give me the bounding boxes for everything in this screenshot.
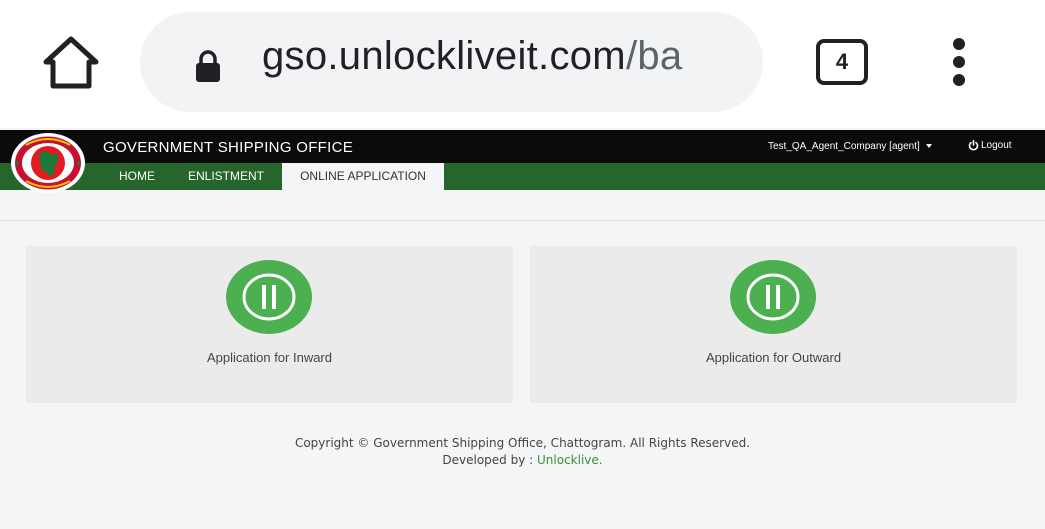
url-host: gso.unlockliveit.com <box>262 34 626 78</box>
developed-by-label: Developed by : <box>442 453 534 467</box>
inward-card-label: Application for Inward <box>206 350 332 365</box>
logout-label: Logout <box>981 140 1012 151</box>
inward-application-card[interactable]: Application for Inward <box>26 246 513 403</box>
nav-enlistment[interactable]: ENLISTMENT <box>174 163 278 190</box>
developed-by-line: Developed by : Unlocklive. <box>0 452 1045 469</box>
url-fade <box>723 12 763 112</box>
site-title: GOVERNMENT SHIPPING OFFICE <box>103 139 354 156</box>
page-footer: Copyright © Government Shipping Office, … <box>0 435 1045 469</box>
outward-application-card[interactable]: Application for Outward <box>530 246 1017 403</box>
outward-card-label: Application for Outward <box>705 350 842 365</box>
address-bar[interactable]: gso.unlockliveit.com/ba <box>140 12 763 112</box>
nav-home[interactable]: HOME <box>105 163 169 190</box>
government-logo[interactable] <box>8 131 88 195</box>
user-name: Test_QA_Agent_Company [agent] <box>768 141 920 152</box>
pause-icon <box>226 260 312 334</box>
copyright-text: Copyright © Government Shipping Office, … <box>294 436 751 450</box>
web-page: GOVERNMENT SHIPPING OFFICE Test_QA_Agent… <box>0 128 1045 529</box>
divider <box>0 220 1045 221</box>
site-header: GOVERNMENT SHIPPING OFFICE Test_QA_Agent… <box>0 130 1045 163</box>
home-icon[interactable] <box>40 34 102 92</box>
url-text[interactable]: gso.unlockliveit.com/ba <box>262 34 682 79</box>
power-icon <box>968 140 979 151</box>
logout-link[interactable]: Logout <box>968 140 1012 151</box>
user-menu[interactable]: Test_QA_Agent_Company [agent] <box>768 141 932 152</box>
more-vert-icon[interactable] <box>946 38 972 86</box>
lock-icon[interactable] <box>193 49 223 83</box>
pause-icon <box>730 260 816 334</box>
developer-link[interactable]: Unlocklive. <box>537 453 603 467</box>
browser-toolbar: gso.unlockliveit.com/ba 4 <box>0 0 1045 128</box>
nav-online-application[interactable]: ONLINE APPLICATION <box>282 163 444 190</box>
main-nav: HOME ENLISTMENT ONLINE APPLICATION <box>0 163 1045 190</box>
tab-switcher-button[interactable]: 4 <box>816 39 868 85</box>
url-path: /ba <box>625 34 683 78</box>
caret-down-icon <box>925 144 932 149</box>
